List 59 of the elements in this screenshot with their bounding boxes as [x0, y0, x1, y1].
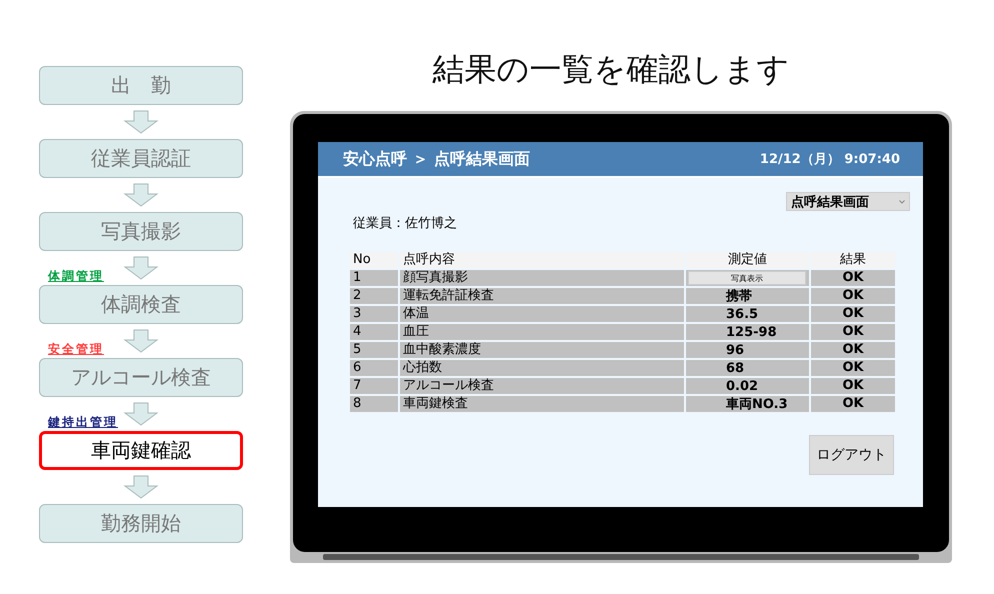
down-arrow-icon: [123, 110, 159, 134]
table-cell: OK: [811, 288, 895, 304]
table-cell-text: 車両NO.3: [726, 396, 788, 413]
logout-button[interactable]: ログアウト: [809, 435, 894, 475]
table-cell: 運転免許証検査: [400, 288, 684, 304]
table-cell: 0.02: [726, 378, 758, 394]
slide-heading: 結果の一覧を確認します: [432, 49, 790, 90]
table-cell: 顔写真撮影: [400, 270, 684, 286]
table-cell: 血圧: [400, 324, 684, 340]
flow-step: 出 勤: [39, 66, 243, 105]
table-cell: 96: [726, 342, 744, 358]
flow-step: 従業員認証: [39, 139, 243, 178]
down-arrow-icon: [123, 402, 159, 426]
flow-step: 写真撮影: [39, 212, 243, 251]
table-cell: OK: [811, 342, 895, 358]
table-cell: 68: [726, 360, 744, 376]
flow-step: アルコール検査: [39, 358, 243, 397]
chevron-down-icon: [899, 200, 905, 204]
column-header: No: [350, 252, 398, 268]
table-cell: 2: [350, 288, 398, 304]
show-photo-button[interactable]: 写真表示: [688, 271, 806, 285]
table-cell: 車両鍵検査: [400, 396, 684, 412]
table-cell: 体温: [400, 306, 684, 322]
down-arrow-icon: [123, 256, 159, 280]
flow-step: 車両鍵確認: [39, 431, 243, 470]
table-cell: 3: [350, 306, 398, 322]
down-arrow-icon: [123, 475, 159, 499]
table-cell: アルコール検査: [400, 378, 684, 394]
down-arrow-icon: [123, 329, 159, 353]
table-cell: 36.5: [726, 306, 758, 322]
table-cell: 6: [350, 360, 398, 376]
view-dropdown[interactable]: 点呼結果画面: [786, 192, 910, 211]
down-arrow-icon: [123, 183, 159, 207]
table-cell: OK: [811, 324, 895, 340]
step-category-label: 鍵持出管理: [48, 414, 118, 431]
table-cell: 125-98: [726, 324, 777, 340]
column-header: 点呼内容: [400, 252, 684, 268]
flow-step: 体調検査: [39, 285, 243, 324]
table-cell: 7: [350, 378, 398, 394]
table-cell: OK: [811, 396, 895, 412]
table-cell: OK: [811, 360, 895, 376]
flow-step: 勤務開始: [39, 504, 243, 543]
date-time: 12/12（月） 9:07:40: [760, 151, 900, 168]
employee-name: 従業員：佐竹博之: [353, 215, 458, 232]
table-cell: 5: [350, 342, 398, 358]
table-cell-text: 携帯: [726, 288, 752, 305]
table-cell: OK: [811, 306, 895, 322]
table-cell: 血中酸素濃度: [400, 342, 684, 358]
column-header: 測定値: [686, 252, 809, 268]
column-header: 結果: [811, 252, 895, 268]
table-cell: 4: [350, 324, 398, 340]
table-cell: 1: [350, 270, 398, 286]
table-cell: 8: [350, 396, 398, 412]
table-cell: OK: [811, 270, 895, 286]
table-cell: 心拍数: [400, 360, 684, 376]
table-cell: OK: [811, 378, 895, 394]
breadcrumb: 安心点呼 ＞ 点呼結果画面: [343, 148, 530, 170]
step-category-label: 安全管理: [48, 341, 104, 358]
step-category-label: 体調管理: [48, 268, 104, 285]
